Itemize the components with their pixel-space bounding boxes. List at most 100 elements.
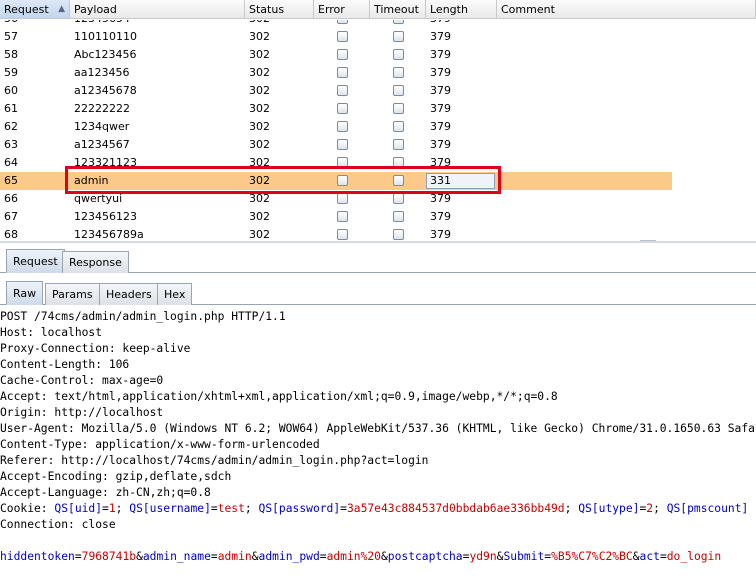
- cookie-name: QS[username]: [129, 502, 211, 515]
- table-row[interactable]: 59 aa123456 302 379: [0, 64, 672, 82]
- error-checkbox[interactable]: [337, 49, 348, 60]
- tab-request[interactable]: Request: [6, 249, 65, 273]
- table-row[interactable]: 60 a12345678 302 379: [0, 82, 672, 100]
- status-cell: 302: [249, 30, 270, 43]
- timeout-checkbox[interactable]: [393, 121, 404, 132]
- length-cell: 379: [430, 48, 451, 61]
- sort-ascending-icon: ▲: [58, 4, 65, 14]
- table-row[interactable]: 58 Abc123456 302 379: [0, 46, 672, 64]
- table-row[interactable]: 62 1234qwer 302 379: [0, 118, 672, 136]
- cookie-name: QS[utype]: [578, 502, 640, 515]
- timeout-checkbox[interactable]: [393, 193, 404, 204]
- error-checkbox[interactable]: [337, 121, 348, 132]
- request-response-tabbar: Request Response: [0, 247, 756, 273]
- request-header-line: Accept: text/html,application/xhtml+xml,…: [0, 390, 558, 403]
- timeout-checkbox[interactable]: [393, 31, 404, 42]
- raw-request-editor[interactable]: POST /74cms/admin/admin_login.php HTTP/1…: [0, 306, 756, 585]
- timeout-checkbox[interactable]: [393, 67, 404, 78]
- column-header-label: Error: [318, 3, 345, 16]
- error-checkbox[interactable]: [337, 103, 348, 114]
- pane-divider[interactable]: [0, 241, 756, 243]
- table-row[interactable]: 61 22222222 302 379: [0, 100, 672, 118]
- timeout-checkbox[interactable]: [393, 20, 404, 24]
- timeout-checkbox[interactable]: [393, 103, 404, 114]
- column-header-label: Timeout: [374, 3, 419, 16]
- table-row[interactable]: 57 110110110 302 379: [0, 28, 672, 46]
- request-number-cell: 60: [4, 84, 18, 97]
- length-cell: 379: [430, 228, 451, 240]
- payload-cell: 123456123: [74, 210, 137, 223]
- request-header-line: Content-Length: 106: [0, 358, 130, 371]
- error-checkbox[interactable]: [337, 193, 348, 204]
- cookie-prefix: Cookie:: [0, 502, 55, 515]
- table-empty-area: [672, 20, 756, 240]
- timeout-checkbox[interactable]: [393, 229, 404, 240]
- request-header-line: Referer: http://localhost/74cms/admin/ad…: [0, 454, 429, 467]
- request-number-cell: 62: [4, 120, 18, 133]
- cookie-value: 3a57e43c884537d0bbdab6ae336bb49d: [346, 502, 565, 515]
- column-header-length[interactable]: Length: [426, 0, 497, 19]
- tab-hex[interactable]: Hex: [157, 283, 193, 305]
- cookie-value: 1: [108, 502, 116, 515]
- column-header-timeout[interactable]: Timeout: [370, 0, 426, 19]
- request-number-cell: 57: [4, 30, 18, 43]
- timeout-checkbox[interactable]: [393, 49, 404, 60]
- status-cell: 302: [245, 20, 314, 28]
- tab-raw[interactable]: Raw: [6, 281, 44, 305]
- length-cell: 379: [430, 102, 451, 115]
- column-header-error[interactable]: Error: [314, 0, 370, 19]
- length-cell: 379: [430, 30, 451, 43]
- table-row[interactable]: 63 a1234567 302 379: [0, 136, 672, 154]
- error-checkbox[interactable]: [337, 139, 348, 150]
- column-header-status[interactable]: Status: [245, 0, 314, 19]
- cookie-name: QS[uid]: [54, 502, 103, 515]
- request-number-cell: 66: [4, 192, 18, 205]
- payload-cell: 123456789a: [74, 228, 144, 240]
- length-cell: 379: [430, 138, 451, 151]
- error-checkbox[interactable]: [337, 20, 348, 24]
- body-param-name: Submit: [503, 550, 545, 563]
- status-cell: 302: [249, 48, 270, 61]
- error-checkbox[interactable]: [337, 85, 348, 96]
- tab-response[interactable]: Response: [62, 251, 129, 273]
- request-header-line: Cache-Control: max-age=0: [0, 374, 164, 387]
- body-param-name: postcaptcha: [387, 550, 463, 563]
- column-header-label: Length: [430, 3, 468, 16]
- column-header-label: Comment: [501, 3, 555, 16]
- column-header-payload[interactable]: Payload: [70, 0, 245, 19]
- request-number-cell: 67: [4, 210, 18, 223]
- error-checkbox[interactable]: [337, 31, 348, 42]
- error-checkbox[interactable]: [337, 229, 348, 240]
- payload-cell: 1234qwer: [74, 120, 130, 133]
- request-header-line: Proxy-Connection: keep-alive: [0, 342, 191, 355]
- status-cell: 302: [249, 102, 270, 115]
- column-header-label: Status: [249, 3, 285, 16]
- status-cell: 302: [249, 228, 270, 240]
- column-header-comment[interactable]: Comment: [497, 0, 756, 19]
- request-number-cell: 56: [0, 20, 70, 28]
- tab-headers[interactable]: Headers: [99, 283, 159, 305]
- connection-header-line: Connection: close: [0, 518, 116, 531]
- column-header-request[interactable]: Request ▲: [0, 0, 70, 19]
- attack-results-table: Request ▲ Payload Status Error Timeout Length C…: [0, 0, 756, 240]
- body-param-name: admin_name: [142, 550, 211, 563]
- tab-params[interactable]: Params: [45, 283, 100, 305]
- timeout-checkbox[interactable]: [393, 139, 404, 150]
- error-checkbox[interactable]: [337, 211, 348, 222]
- payload-cell: 22222222: [74, 102, 130, 115]
- error-checkbox[interactable]: [337, 67, 348, 78]
- timeout-checkbox[interactable]: [393, 85, 404, 96]
- table-body: 56123456543023795711011011030237958Abc12…: [0, 20, 672, 240]
- table-row[interactable]: 67 123456123 302 379: [0, 208, 672, 226]
- payload-cell: a12345678: [74, 84, 137, 97]
- timeout-checkbox[interactable]: [393, 211, 404, 222]
- table-row[interactable]: 5612345654302 379: [0, 20, 672, 28]
- table-row[interactable]: 68 123456789a 302 379: [0, 226, 672, 240]
- request-number-cell: 68: [4, 228, 18, 240]
- status-cell: 302: [249, 84, 270, 97]
- status-cell: 302: [249, 120, 270, 133]
- length-cell: 379: [426, 20, 497, 28]
- request-number-cell: 64: [4, 156, 18, 169]
- cookie-header-line: Cookie: QS[uid]=1; QS[username]=test; QS…: [0, 502, 749, 515]
- length-cell: 379: [430, 84, 451, 97]
